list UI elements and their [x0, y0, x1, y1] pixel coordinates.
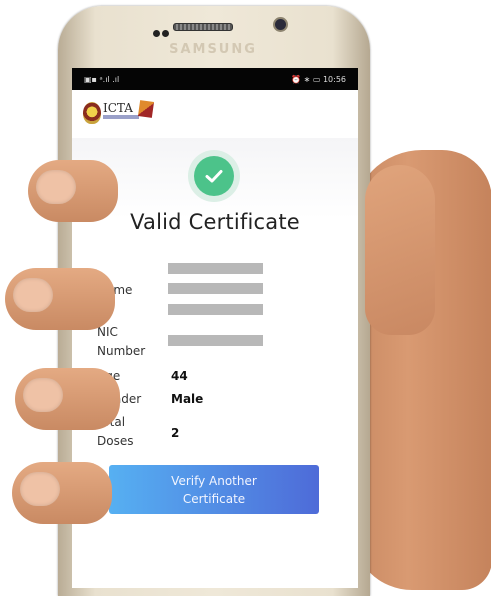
status-bar: ▣▪ ᵃ.ıl .ıl ⏰ ∗ ▭ 10:56	[72, 68, 358, 90]
fingernail	[13, 278, 53, 312]
finger	[5, 268, 115, 330]
nic-redaction	[168, 335, 263, 346]
name-redaction	[168, 283, 263, 294]
status-right: ⏰ ∗ ▭ 10:56	[291, 74, 346, 84]
icta-logo-icon	[137, 100, 155, 118]
device-brand: SAMSUNG	[169, 42, 257, 57]
verify-button-label: Certificate	[182, 491, 246, 506]
name-redaction	[168, 304, 263, 315]
fingernail	[36, 170, 76, 204]
status-left: ▣▪ ᵃ.ıl .ıl	[84, 74, 120, 84]
doses-value: 2	[171, 426, 180, 440]
fingernail	[20, 472, 60, 506]
nic-label: Number	[97, 344, 146, 358]
result-title: Valid Certificate	[130, 210, 300, 234]
fingernail	[23, 378, 63, 412]
emblem-icon	[83, 102, 101, 124]
check-icon	[194, 156, 234, 196]
icta-logo: ICTA	[103, 101, 133, 115]
finger	[12, 462, 112, 524]
finger	[15, 368, 120, 430]
gender-value: Male	[171, 392, 204, 406]
age-value: 44	[171, 369, 188, 383]
earpiece-speaker	[173, 23, 233, 31]
front-camera	[275, 19, 286, 30]
logo-subtitle	[103, 115, 139, 119]
verify-button-label: Verify Another	[171, 473, 257, 488]
right-thumb	[365, 165, 435, 335]
phone-screen: ▣▪ ᵃ.ıl .ıl ⏰ ∗ ▭ 10:56 ICTA Valid Certi…	[72, 68, 358, 588]
app-header: ICTA	[72, 90, 358, 138]
doses-label: Doses	[97, 434, 134, 448]
sensor-dots	[153, 22, 171, 41]
verify-another-button[interactable]: Verify Another Certificate	[109, 465, 319, 514]
name-redaction	[168, 263, 263, 274]
success-badge	[188, 150, 240, 202]
finger	[28, 160, 118, 222]
